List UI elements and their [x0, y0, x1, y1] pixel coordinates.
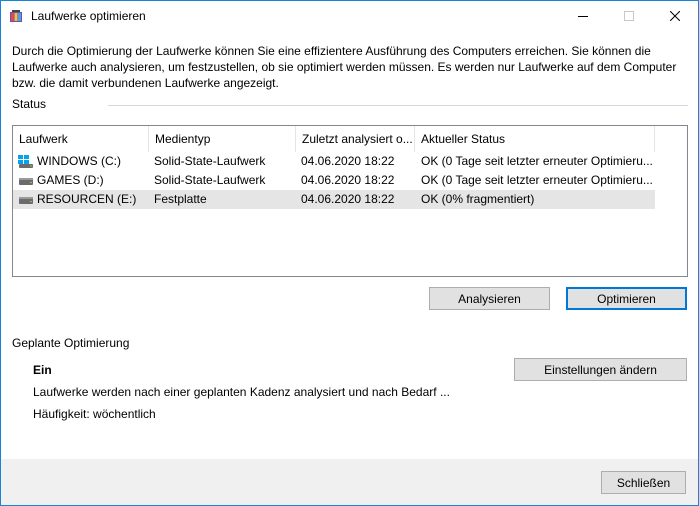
description-text: Durch die Optimierung der Laufwerke könn… — [12, 44, 677, 90]
drives-list[interactable]: Laufwerk Medientyp Zuletzt analysiert o.… — [12, 125, 688, 277]
schedule-detail: Laufwerke werden nach einer geplanten Ka… — [33, 385, 450, 399]
windows-drive-icon — [18, 155, 33, 168]
window-title: Laufwerke optimieren — [31, 9, 146, 23]
schedule-section-label: Geplante Optimierung — [12, 336, 130, 350]
optimize-drives-window: Laufwerke optimieren Durch die Optimieru… — [0, 0, 699, 506]
footer-bar: Schließen — [1, 459, 698, 505]
analyze-button[interactable]: Analysieren — [429, 287, 550, 310]
column-header-media-type[interactable]: Medientyp — [149, 126, 296, 152]
minimize-button[interactable] — [560, 1, 606, 31]
drive-last-analyzed: 04.06.2020 18:22 — [301, 192, 395, 206]
close-icon — [670, 11, 680, 21]
close-button[interactable]: Schließen — [601, 471, 686, 494]
drive-row[interactable]: GAMES (D:) Solid-State-Laufwerk 04.06.20… — [13, 171, 655, 190]
drive-last-analyzed: 04.06.2020 18:22 — [301, 154, 395, 168]
drive-name: RESOURCEN (E:) — [37, 192, 137, 206]
status-separator — [108, 105, 688, 106]
maximize-icon — [624, 11, 634, 21]
drive-media-type: Festplatte — [154, 192, 207, 206]
column-header-drive[interactable]: Laufwerk — [13, 126, 149, 152]
drive-name: GAMES (D:) — [37, 173, 104, 187]
drive-name: WINDOWS (C:) — [37, 154, 121, 168]
drive-status: OK (0 Tage seit letzter erneuter Optimie… — [421, 154, 653, 168]
drive-media-type: Solid-State-Laufwerk — [154, 173, 266, 187]
minimize-icon — [578, 16, 588, 17]
column-header-current-status[interactable]: Aktueller Status — [415, 126, 655, 152]
drive-status: OK (0% fragmentiert) — [421, 192, 535, 206]
column-header-last-analyzed[interactable]: Zuletzt analysiert o... — [296, 126, 415, 152]
change-settings-button[interactable]: Einstellungen ändern — [514, 358, 687, 381]
schedule-state: Ein — [33, 363, 52, 377]
maximize-button[interactable] — [606, 1, 652, 31]
drive-row-selected[interactable]: RESOURCEN (E:) Festplatte 04.06.2020 18:… — [13, 190, 655, 209]
drive-media-type: Solid-State-Laufwerk — [154, 154, 266, 168]
drive-row[interactable]: WINDOWS (C:) Solid-State-Laufwerk 04.06.… — [13, 152, 655, 171]
status-section-label: Status — [12, 97, 47, 111]
hard-drive-icon — [19, 197, 33, 204]
title-bar[interactable]: Laufwerke optimieren — [1, 1, 698, 31]
defrag-app-icon — [10, 10, 22, 22]
drive-status: OK (0 Tage seit letzter erneuter Optimie… — [421, 173, 653, 187]
schedule-frequency: Häufigkeit: wöchentlich — [33, 407, 156, 421]
drive-last-analyzed: 04.06.2020 18:22 — [301, 173, 395, 187]
optimize-button[interactable]: Optimieren — [566, 287, 687, 310]
drives-list-header: Laufwerk Medientyp Zuletzt analysiert o.… — [13, 126, 687, 152]
close-window-button[interactable] — [652, 1, 698, 31]
hard-drive-icon — [19, 178, 33, 185]
